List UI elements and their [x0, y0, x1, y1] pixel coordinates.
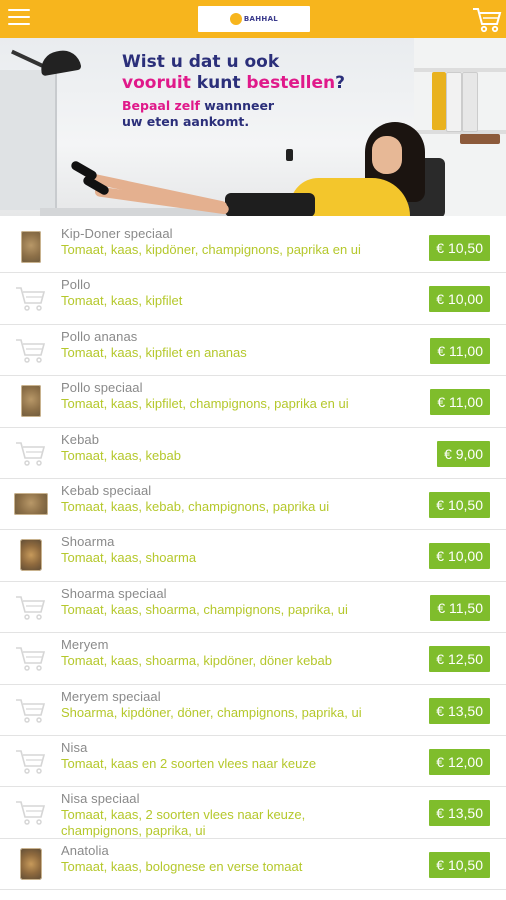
item-price-button[interactable]: € 13,50 [429, 697, 490, 724]
item-price-button[interactable]: € 10,00 [429, 286, 490, 313]
logo-mark [229, 13, 242, 25]
item-name: Pollo ananas [61, 328, 138, 344]
promo-banner[interactable]: Wist u dat u ook vooruit kunt bestellen?… [0, 38, 506, 216]
item-description: Tomaat, kaas en 2 soorten vlees naar keu… [61, 755, 317, 771]
banner-phone-graphic [286, 149, 293, 161]
item-name: Anatolia [61, 842, 109, 858]
banner-line4: uw eten aankomt. [122, 114, 250, 129]
item-price-button[interactable]: € 9,00 [437, 440, 490, 467]
item-name: Shoarma [61, 534, 115, 550]
menu-item-row[interactable]: Shoarma speciaal Tomaat, kaas, shoarma, c… [0, 582, 506, 634]
banner-monitor-graphic [0, 70, 57, 210]
menu-item-list: Kip-Doner speciaal Tomaat, kaas, kipdöner… [0, 222, 506, 891]
item-name: Shoarma speciaal [61, 585, 167, 601]
item-price-button[interactable]: € 10,50 [429, 491, 490, 518]
menu-item-row[interactable]: Meryem speciaal Shoarma, kipdöner, döner,… [0, 685, 506, 736]
item-description: Tomaat, kaas, kipfilet en ananas [61, 344, 247, 360]
menu-item-row[interactable]: Kip-Doner speciaal Tomaat, kaas, kipdöner… [0, 222, 506, 274]
banner-headline: Wist u dat u ook vooruit kunt bestellen?… [122, 52, 422, 130]
menu-item-row[interactable]: Kebab speciaal Tomaat, kaas, kebab, champ… [0, 479, 506, 531]
banner-line2: vooruit kunt bestellen? [122, 73, 346, 93]
item-price-button[interactable]: € 13,50 [429, 800, 490, 827]
menu-item-row[interactable]: Pollo Tomaat, kaas, kipfilet € 10,00 [0, 273, 506, 325]
cart-placeholder-icon [14, 436, 48, 470]
menu-item-row[interactable]: Meryem Tomaat, kaas, shoarma, kipdöner, d… [0, 633, 506, 685]
item-description: Tomaat, kaas, shoarma, kipdöner, döner k… [61, 653, 332, 669]
item-price-button[interactable]: € 12,50 [429, 646, 490, 673]
item-price-button[interactable]: € 11,00 [430, 337, 490, 364]
item-description: Tomaat, kaas, 2 soorten vlees naar keuze… [61, 807, 306, 839]
item-photo [14, 230, 48, 264]
hamburger-menu-icon[interactable] [8, 9, 30, 29]
banner-lamp-graphic [38, 47, 82, 77]
cart-placeholder-icon [14, 744, 48, 778]
item-description: Tomaat, kaas, kipfilet [61, 293, 183, 309]
cart-placeholder-icon [14, 333, 48, 367]
item-price-button[interactable]: € 10,50 [429, 235, 490, 261]
item-name: Kip-Doner speciaal [61, 226, 173, 241]
top-app-bar: BAHHAL [0, 0, 506, 38]
banner-line1: Wist u dat u ook [122, 52, 280, 72]
menu-item-row[interactable]: Pollo ananas Tomaat, kaas, kipfilet en an… [0, 325, 506, 377]
item-name: Nisa speciaal [61, 791, 140, 807]
menu-item-row[interactable]: Anatolia Tomaat, kaas, bolognese en verse… [0, 839, 506, 891]
app-logo[interactable]: BAHHAL [198, 6, 310, 32]
banner-woman-skirt-graphic [225, 193, 315, 216]
item-price-button[interactable]: € 10,50 [429, 851, 490, 878]
item-name: Nisa [61, 739, 88, 755]
menu-item-row[interactable]: Nisa speciaal Tomaat, kaas, 2 soorten vle… [0, 787, 506, 839]
item-description: Tomaat, kaas, kipdöner, champignons, pap… [61, 242, 361, 257]
shopping-cart-icon[interactable] [472, 5, 502, 33]
cart-placeholder-icon [14, 693, 48, 727]
menu-item-row[interactable]: Pollo speciaal Tomaat, kaas, kipfilet, ch… [0, 376, 506, 428]
cart-placeholder-icon [14, 281, 48, 315]
item-description: Tomaat, kaas, kebab [61, 447, 181, 463]
item-name: Pollo speciaal [61, 380, 143, 396]
item-price-button[interactable]: € 10,00 [429, 543, 490, 570]
item-photo [14, 487, 48, 521]
item-name: Kebab [61, 431, 100, 447]
item-photo [14, 847, 48, 881]
item-description: Tomaat, kaas, kipfilet, champignons, pap… [61, 396, 349, 412]
item-name: Meryem speciaal [61, 688, 161, 704]
item-name: Pollo [61, 277, 91, 293]
cart-placeholder-icon [14, 590, 48, 624]
banner-line3: Bepaal zelf wannneer [122, 98, 275, 113]
item-description: Shoarma, kipdöner, döner, champignons, p… [61, 704, 362, 720]
item-name: Meryem [61, 637, 109, 653]
item-price-button[interactable]: € 12,00 [429, 748, 490, 775]
item-price-button[interactable]: € 11,00 [430, 389, 490, 416]
item-name: Kebab speciaal [61, 482, 152, 498]
item-photo [14, 384, 48, 418]
cart-placeholder-icon [14, 795, 48, 829]
logo-text: BAHHAL [243, 15, 279, 23]
menu-item-row[interactable]: Shoarma Tomaat, kaas, shoarma € 10,00 [0, 530, 506, 582]
menu-item-row[interactable]: Nisa Tomaat, kaas en 2 soorten vlees naar… [0, 736, 506, 788]
banner-woman-face-graphic [372, 136, 402, 174]
cart-placeholder-icon [14, 641, 48, 675]
item-description: Tomaat, kaas, kebab, champignons, paprik… [61, 498, 330, 514]
item-photo [14, 538, 48, 572]
item-price-button[interactable]: € 11,50 [430, 594, 490, 621]
item-description: Tomaat, kaas, shoarma, champignons, papr… [61, 601, 348, 617]
item-description: Tomaat, kaas, shoarma [61, 550, 197, 566]
item-description: Tomaat, kaas, bolognese en verse tomaat [61, 858, 303, 874]
menu-item-row[interactable]: Kebab Tomaat, kaas, kebab € 9,00 [0, 428, 506, 479]
